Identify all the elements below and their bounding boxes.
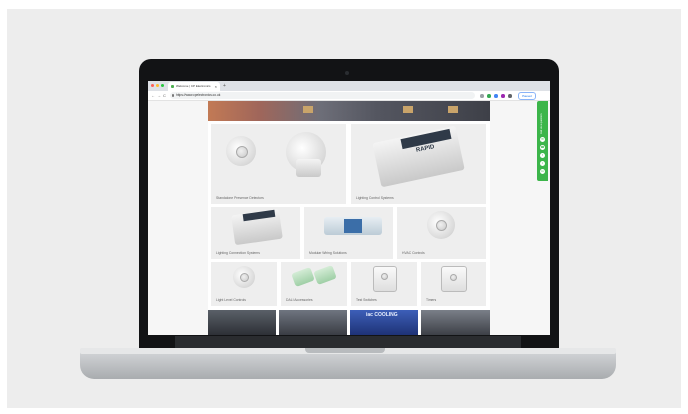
keyboard-strip <box>175 336 521 348</box>
product-card-lighting-connection-systems[interactable]: Lighting Connection Systems <box>211 207 300 259</box>
project-photo-strip: iac COOLING <box>208 310 490 335</box>
address-bar[interactable]: https://www.cpelectronics.co.uk <box>170 92 475 99</box>
browser-tab[interactable]: Welcome | CP Electronics × <box>168 82 220 91</box>
hvac-lens <box>436 220 447 231</box>
browser-toolbar: ← → C https://www.cpelectronics.co.uk Pa… <box>148 91 550 101</box>
reload-icon[interactable]: C <box>163 91 166 100</box>
extension-icon[interactable] <box>508 94 512 98</box>
mail-icon[interactable]: ✉ <box>540 137 545 142</box>
hero-banner <box>208 101 490 121</box>
maximize-window-icon[interactable] <box>161 84 164 87</box>
product-card-hvac-controls[interactable]: HVAC Controls <box>397 207 486 259</box>
facebook-icon[interactable]: f <box>540 153 545 158</box>
hero-window <box>403 106 413 113</box>
laptop-notch <box>305 348 385 353</box>
photo-banner-text: iac COOLING <box>366 312 398 318</box>
product-label: Modular Wiring Solutions <box>309 251 347 255</box>
product-label: DALI Accessories <box>286 298 313 302</box>
social-sidebar-label[interactable]: Ask us a question <box>540 104 545 134</box>
product-card-dali-accessories[interactable]: DALI Accessories <box>281 262 347 306</box>
hero-window <box>448 106 458 113</box>
extension-icon[interactable] <box>501 94 505 98</box>
linkedin-icon[interactable]: in <box>540 169 545 174</box>
product-card-lighting-control-systems[interactable]: RAPID Lighting Control Systems <box>351 124 486 204</box>
product-card-light-level-controls[interactable]: Light Level Controls <box>211 262 277 306</box>
hero-window <box>303 106 313 113</box>
project-photo[interactable] <box>208 310 276 335</box>
browser-tab-bar: Welcome | CP Electronics × + <box>148 81 550 91</box>
tab-title: Welcome | CP Electronics <box>176 84 211 88</box>
phone-icon[interactable]: ☎ <box>540 145 545 150</box>
sensor-lens <box>236 146 248 158</box>
dali-accessory-image <box>291 267 315 287</box>
product-card-presence-detectors[interactable]: Standalone Presence Detectors <box>211 124 346 204</box>
product-label: HVAC Controls <box>402 251 425 255</box>
new-tab-icon[interactable]: + <box>223 82 226 90</box>
product-label: Timers <box>426 298 437 302</box>
product-card-test-switches[interactable]: Test Switches <box>351 262 417 306</box>
url-text: https://www.cpelectronics.co.uk <box>176 93 221 97</box>
switch-key <box>381 273 388 280</box>
product-label: Standalone Presence Detectors <box>216 196 264 200</box>
wiring-connector <box>344 219 362 233</box>
sensor-bracket <box>296 159 321 177</box>
forward-icon[interactable]: → <box>157 91 161 100</box>
close-tab-icon[interactable]: × <box>215 82 217 91</box>
web-page: Standalone Presence Detectors RAPID Ligh… <box>148 101 550 335</box>
minimize-window-icon[interactable] <box>156 84 159 87</box>
project-photo[interactable] <box>421 310 490 335</box>
back-icon[interactable]: ← <box>151 91 155 100</box>
timer-dial <box>450 274 457 281</box>
main-content: Standalone Presence Detectors RAPID Ligh… <box>208 101 490 335</box>
extension-icon[interactable] <box>494 94 498 98</box>
product-label: Test Switches <box>356 298 377 302</box>
laptop-screen: Welcome | CP Electronics × + ← → C https… <box>148 81 550 335</box>
profile-button[interactable]: Paused <box>518 92 536 100</box>
webcam <box>345 71 349 75</box>
dali-accessory-image <box>313 265 337 285</box>
product-label: Lighting Connection Systems <box>216 251 260 255</box>
site-favicon-icon <box>171 85 174 88</box>
product-label: Light Level Controls <box>216 298 246 302</box>
product-label: Lighting Control Systems <box>356 196 394 200</box>
social-sidebar: Ask us a question ✉ ☎ f t in <box>537 101 548 181</box>
close-window-icon[interactable] <box>151 84 154 87</box>
star-icon[interactable] <box>480 94 484 98</box>
twitter-icon[interactable]: t <box>540 161 545 166</box>
product-card-modular-wiring[interactable]: Modular Wiring Solutions <box>304 207 393 259</box>
extension-icon[interactable] <box>487 94 491 98</box>
product-card-timers[interactable]: Timers <box>421 262 486 306</box>
lock-icon <box>172 94 174 97</box>
light-sensor-lens <box>240 273 249 282</box>
project-photo[interactable]: iac COOLING <box>350 310 418 335</box>
project-photo[interactable] <box>279 310 347 335</box>
